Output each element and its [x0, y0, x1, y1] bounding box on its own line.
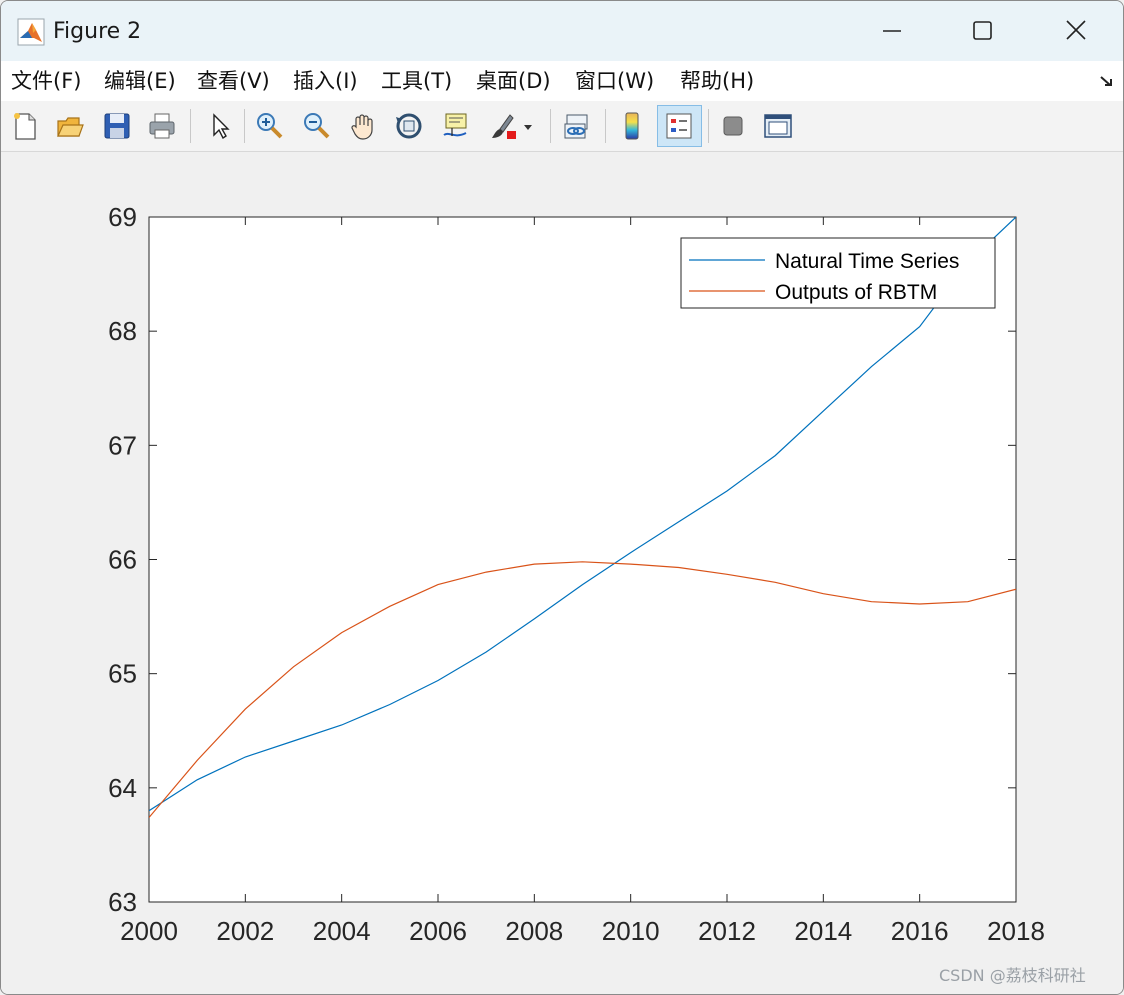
x-tick-label: 2010: [602, 916, 660, 946]
link-plot-button[interactable]: [559, 107, 595, 145]
toolbar-separator: [190, 109, 191, 143]
menu-insert[interactable]: 插入(I): [293, 67, 358, 95]
hide-plot-tools-icon: [723, 116, 743, 136]
y-tick-label: 64: [108, 773, 137, 803]
matlab-logo-icon: [17, 18, 45, 46]
brush-button[interactable]: [485, 107, 533, 145]
close-icon: [1066, 20, 1086, 40]
open-file-button[interactable]: [52, 107, 88, 145]
toolbar-separator: [550, 109, 551, 143]
pointer-icon: [213, 113, 230, 140]
select-pointer-button[interactable]: [201, 107, 237, 145]
watermark-text: CSDN @荔枝科研社: [939, 966, 1086, 985]
zoom-in-button[interactable]: [251, 107, 287, 145]
print-icon: [149, 113, 175, 139]
legend-label: Natural Time Series: [775, 250, 959, 273]
x-tick-label: 2008: [505, 916, 563, 946]
link-plot-icon: [564, 114, 588, 139]
dock-arrow-icon[interactable]: [1097, 71, 1117, 91]
zoom-in-icon: [257, 113, 283, 139]
x-tick-label: 2018: [987, 916, 1045, 946]
new-figure-button[interactable]: [7, 107, 43, 145]
menu-desktop[interactable]: 桌面(D): [476, 67, 551, 95]
title-bar[interactable]: Figure 2: [1, 1, 1123, 61]
legend-icon: [666, 113, 692, 139]
x-tick-label: 2012: [698, 916, 756, 946]
show-plot-tools-icon: [764, 114, 792, 138]
brush-icon: [492, 114, 532, 139]
hide-plot-tools-button[interactable]: [715, 107, 751, 145]
y-tick-label: 63: [108, 887, 137, 917]
print-button[interactable]: [144, 107, 180, 145]
maximize-icon: [973, 21, 992, 40]
menu-tools[interactable]: 工具(T): [381, 67, 452, 95]
minimize-icon: [883, 30, 901, 32]
x-tick-label: 2004: [313, 916, 371, 946]
menu-file[interactable]: 文件(F): [11, 67, 81, 95]
save-icon: [104, 113, 130, 139]
pan-button[interactable]: [345, 107, 381, 145]
axes-frame: [148, 216, 1017, 903]
toolbar-separator: [244, 109, 245, 143]
x-tick-label: 2002: [216, 916, 274, 946]
toolbar-separator: [708, 109, 709, 143]
x-tick-label: 2016: [891, 916, 949, 946]
toolbar-separator: [605, 109, 606, 143]
figure-canvas: 2000 2002 2004 2006 2008 2010 2012 2014 2016 2018…: [1, 152, 1123, 994]
figure-window: Figure 2 文件(F) 编辑(E) 查看(V) 插入(I) 工具(T) 桌…: [0, 0, 1124, 995]
menu-edit[interactable]: 编辑(E): [104, 67, 176, 95]
y-tick-label: 69: [108, 202, 137, 232]
colorbar-button[interactable]: [614, 107, 650, 145]
figure-toolbar: [1, 101, 1123, 152]
pan-hand-icon: [351, 114, 373, 140]
window-title: Figure 2: [53, 19, 142, 44]
x-tick-label: 2000: [120, 916, 178, 946]
menu-view[interactable]: 查看(V): [197, 67, 270, 95]
y-tick-label: 66: [108, 545, 137, 575]
colorbar-icon: [625, 112, 639, 140]
rotate-3d-icon: [396, 113, 422, 139]
menu-help[interactable]: 帮助(H): [680, 67, 754, 95]
data-cursor-button[interactable]: [437, 107, 473, 145]
new-figure-icon: [14, 113, 36, 140]
y-tick-label: 68: [108, 316, 137, 346]
maximize-button[interactable]: [959, 11, 1005, 51]
menu-window[interactable]: 窗口(W): [575, 67, 654, 95]
legend-button[interactable]: [657, 105, 702, 147]
open-file-icon: [57, 117, 84, 137]
y-tick-label: 67: [108, 430, 137, 460]
close-button[interactable]: [1053, 11, 1099, 51]
y-tick-label: 65: [108, 659, 137, 689]
legend-label: Outputs of RBTM: [775, 281, 937, 304]
show-plot-tools-button[interactable]: [760, 107, 796, 145]
chart-plot: 2000 2002 2004 2006 2008 2010 2012 2014 2016 2018…: [108, 202, 1045, 946]
data-cursor-icon: [443, 113, 467, 137]
zoom-out-icon: [304, 113, 330, 139]
rotate-3d-button[interactable]: [391, 107, 427, 145]
zoom-out-button[interactable]: [298, 107, 334, 145]
x-tick-label: 2014: [794, 916, 852, 946]
menu-bar: 文件(F) 编辑(E) 查看(V) 插入(I) 工具(T) 桌面(D) 窗口(W…: [1, 61, 1123, 101]
save-button[interactable]: [99, 107, 135, 145]
minimize-button[interactable]: [869, 11, 915, 51]
x-tick-label: 2006: [409, 916, 467, 946]
